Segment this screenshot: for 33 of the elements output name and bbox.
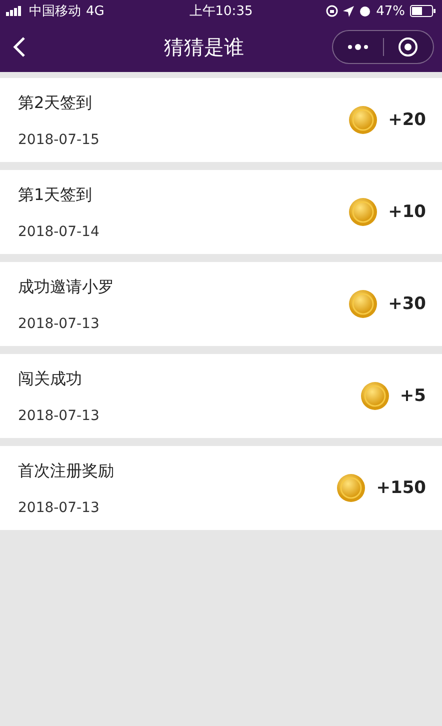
reward-points: +20 <box>388 110 426 130</box>
coin-icon <box>348 105 378 135</box>
reward-title: 第2天签到 <box>18 92 94 114</box>
reward-title: 闯关成功 <box>18 368 83 390</box>
reward-title: 第1天签到 <box>18 184 94 206</box>
network-type: 4G <box>86 4 104 18</box>
battery-percent: 47% <box>376 4 405 18</box>
battery-icon <box>410 5 436 17</box>
reward-points: +5 <box>400 386 426 406</box>
rotation-lock-icon <box>326 5 338 17</box>
reward-points: +30 <box>388 294 426 314</box>
status-time: 上午10:35 <box>189 3 253 20</box>
coin-icon <box>336 473 366 503</box>
back-icon[interactable] <box>12 36 26 58</box>
reward-date: 2018-07-13 <box>18 500 100 516</box>
reward-points: +150 <box>376 478 426 498</box>
coin-icon <box>348 289 378 319</box>
carrier-name: 中国移动 <box>29 3 81 20</box>
reward-date: 2018-07-14 <box>18 224 100 240</box>
alarm-icon <box>359 5 372 17</box>
coin-icon <box>360 381 390 411</box>
reward-date: 2018-07-13 <box>18 408 100 424</box>
close-icon[interactable] <box>398 37 418 57</box>
location-icon <box>343 6 354 16</box>
reward-points: +10 <box>388 202 426 222</box>
reward-title: 首次注册奖励 <box>18 460 115 482</box>
signal-icon <box>6 6 24 16</box>
reward-date: 2018-07-15 <box>18 132 100 148</box>
more-icon[interactable] <box>346 44 369 50</box>
coin-icon <box>348 197 378 227</box>
reward-title: 成功邀请小罗 <box>18 276 115 298</box>
page-title: 猜猜是谁 <box>163 34 245 60</box>
reward-date: 2018-07-13 <box>18 316 100 332</box>
